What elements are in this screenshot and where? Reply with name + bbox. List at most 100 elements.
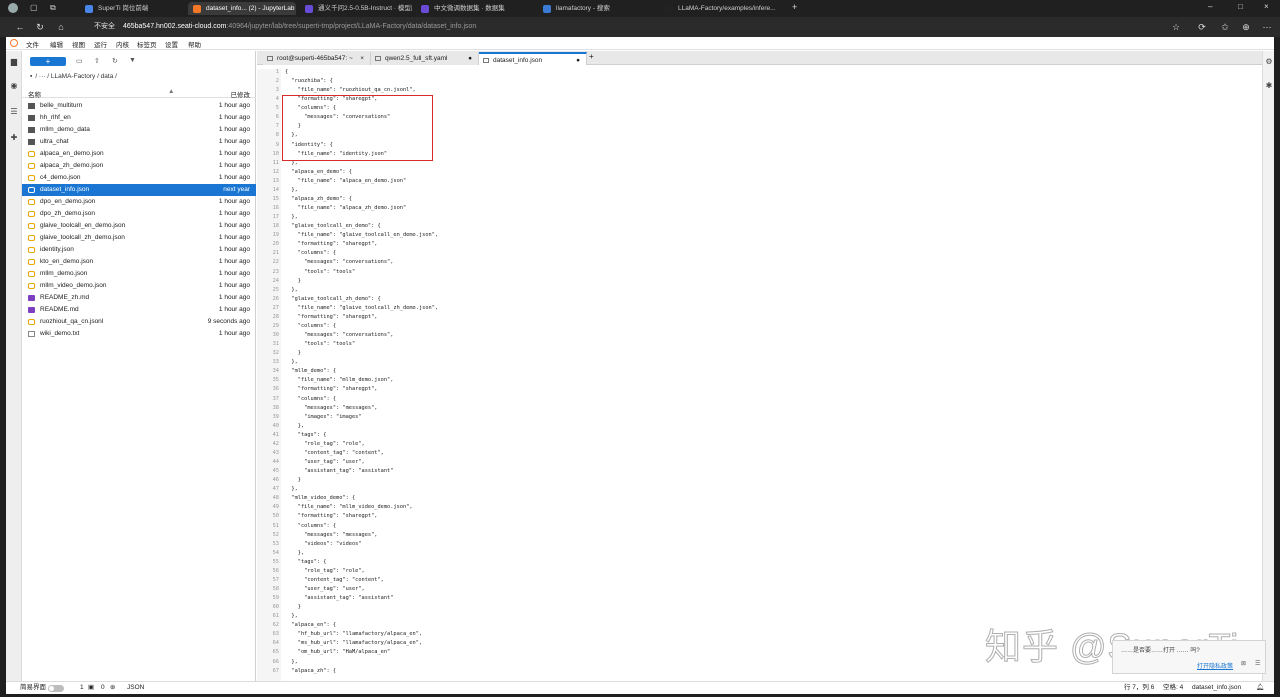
file-modified: 1 hour ago bbox=[218, 270, 250, 277]
minimize-button[interactable]: – bbox=[1208, 2, 1212, 11]
line-number: 14 bbox=[272, 186, 279, 193]
document-tab-label: qwen2.5_full_sft.yaml bbox=[385, 55, 448, 62]
menu-item[interactable]: 编辑 bbox=[50, 39, 63, 49]
menu-item[interactable]: 运行 bbox=[94, 39, 107, 49]
toc-icon[interactable]: ☰ bbox=[9, 107, 19, 117]
file-row[interactable]: mllm_demo_data 1 hour ago bbox=[22, 124, 256, 136]
file-row[interactable]: wiki_demo.txt 1 hour ago bbox=[22, 328, 256, 340]
file-mode[interactable]: JSON bbox=[127, 682, 144, 694]
file-name: glaive_toolcall_en_demo.json bbox=[40, 222, 126, 229]
add-tab-button[interactable]: + bbox=[589, 52, 594, 61]
file-modified: 1 hour ago bbox=[218, 246, 250, 253]
browser-tab[interactable]: 通义千问2.5-0.5B-Instruct · 模型库 bbox=[300, 2, 412, 15]
menu-item[interactable]: 标签页 bbox=[137, 39, 157, 49]
file-row[interactable]: dpo_zh_demo.json 1 hour ago bbox=[22, 208, 256, 220]
unsaved-dot-icon[interactable]: ● bbox=[468, 52, 472, 65]
menu-item[interactable]: 视图 bbox=[72, 39, 85, 49]
file-name: ultra_chat bbox=[40, 138, 69, 145]
line-number: 60 bbox=[272, 604, 279, 611]
new-launcher-button[interactable]: + bbox=[30, 57, 66, 66]
menu-item[interactable]: 设置 bbox=[165, 39, 178, 49]
notification-menu-icon[interactable]: ☰ bbox=[1255, 660, 1260, 667]
file-modified: 1 hour ago bbox=[218, 126, 250, 133]
notification-link[interactable]: 打开隐私政策 bbox=[1197, 661, 1233, 670]
file-row[interactable]: glaive_toolcall_zh_demo.json 1 hour ago bbox=[22, 232, 256, 244]
document-tab[interactable]: qwen2.5_full_sft.yaml ● bbox=[371, 52, 479, 65]
document-tab[interactable]: root@superti-465ba547: ~ × bbox=[263, 52, 371, 65]
menu-item[interactable]: 帮助 bbox=[188, 39, 201, 49]
refresh-icon[interactable]: ↻ bbox=[112, 57, 118, 65]
file-row[interactable]: identity.json 1 hour ago bbox=[22, 244, 256, 256]
close-window-button[interactable]: × bbox=[1264, 2, 1269, 11]
refresh-icon[interactable]: ↻ bbox=[34, 21, 46, 33]
upload-icon[interactable]: ⇧ bbox=[94, 57, 100, 65]
menu-item[interactable]: 文件 bbox=[26, 39, 39, 49]
tab-actions-icon[interactable]: ⧉ bbox=[50, 3, 56, 13]
new-folder-icon[interactable]: ▭ bbox=[76, 57, 83, 65]
indent-setting[interactable]: 空格: 4 bbox=[1163, 682, 1183, 694]
line-number: 55 bbox=[272, 558, 279, 565]
file-row[interactable]: dataset_info.json next year bbox=[22, 184, 256, 196]
file-row[interactable]: alpaca_en_demo.json 1 hour ago bbox=[22, 148, 256, 160]
file-row[interactable]: README_zh.md 1 hour ago bbox=[22, 292, 256, 304]
maximize-button[interactable]: □ bbox=[1238, 2, 1243, 11]
notification-close-icon[interactable]: ⊠ bbox=[1241, 660, 1246, 667]
home-icon[interactable]: ⌂ bbox=[55, 21, 67, 33]
line-number: 64 bbox=[272, 640, 279, 647]
new-tab-button[interactable]: + bbox=[792, 2, 797, 12]
code-line: "alpaca_en": { bbox=[285, 622, 337, 629]
json-icon bbox=[28, 163, 35, 169]
file-row[interactable]: glaive_toolcall_en_demo.json 1 hour ago bbox=[22, 220, 256, 232]
file-name: mllm_demo.json bbox=[40, 270, 88, 277]
unsaved-dot-icon[interactable]: ● bbox=[576, 54, 580, 65]
menu-item[interactable]: 内核 bbox=[116, 39, 129, 49]
browser-tab[interactable]: 中文微调数据集 · 数据集 bbox=[416, 2, 534, 15]
browser-tab[interactable]: SuperTi 岗位前端 bbox=[80, 2, 184, 15]
workspaces-icon[interactable]: ▢ bbox=[30, 3, 38, 12]
browser-tab[interactable]: LLaMA-Factory/examples/infere... bbox=[660, 2, 786, 15]
file-row[interactable]: README.md 1 hour ago bbox=[22, 304, 256, 316]
file-row[interactable]: dpo_en_demo.json 1 hour ago bbox=[22, 196, 256, 208]
favorites-icon[interactable]: ✩ bbox=[1219, 21, 1231, 33]
code-line: "hf_hub_url": "llamafactory/alpaca_en", bbox=[285, 631, 423, 638]
modified-column-header[interactable]: 已修改 bbox=[231, 89, 251, 99]
file-modified: 1 hour ago bbox=[218, 114, 250, 121]
file-row[interactable]: ultra_chat 1 hour ago bbox=[22, 136, 256, 148]
filter-icon[interactable]: ▼ bbox=[129, 57, 136, 64]
file-row[interactable]: mllm_demo.json 1 hour ago bbox=[22, 268, 256, 280]
file-row[interactable]: hh_rlhf_en 1 hour ago bbox=[22, 112, 256, 124]
code-line: "formatting": "sharegpt", bbox=[285, 313, 378, 320]
extensions-icon[interactable]: ⊕ bbox=[1240, 21, 1252, 33]
browser-tab[interactable]: dataset_info... (2) - JupyterLab bbox=[188, 2, 296, 15]
property-inspector-icon[interactable]: ⚙ bbox=[1264, 57, 1274, 67]
line-number: 28 bbox=[272, 313, 279, 320]
profile-icon[interactable] bbox=[8, 3, 18, 13]
line-number: 53 bbox=[272, 540, 279, 547]
url-input[interactable]: 不安全 465ba547.hn002.seati-cloud.com:40964… bbox=[94, 20, 1174, 34]
refresh-page-icon[interactable]: ⟳ bbox=[1196, 21, 1208, 33]
close-tab-icon[interactable]: × bbox=[360, 52, 364, 65]
document-tab[interactable]: dataset_info.json ● bbox=[479, 52, 587, 65]
line-number: 18 bbox=[272, 223, 279, 230]
file-row[interactable]: alpaca_zh_demo.json 1 hour ago bbox=[22, 160, 256, 172]
file-row[interactable]: mllm_video_demo.json 1 hour ago bbox=[22, 280, 256, 292]
file-row[interactable]: ruozhiout_qa_cn.jsonl 9 seconds ago bbox=[22, 316, 256, 328]
more-icon[interactable]: ⋯ bbox=[1261, 21, 1273, 33]
not-secure-label: 不安全 bbox=[94, 23, 115, 30]
file-row[interactable]: kto_en_demo.json 1 hour ago bbox=[22, 256, 256, 268]
debugger-icon[interactable]: ✱ bbox=[1264, 81, 1274, 91]
name-column-header[interactable]: 名称 bbox=[28, 89, 41, 99]
folder-icon[interactable]: ▆ bbox=[9, 57, 19, 67]
simple-mode-toggle[interactable] bbox=[48, 685, 64, 692]
extension-icon[interactable]: ✚ bbox=[9, 133, 19, 143]
file-row[interactable]: c4_demo.json 1 hour ago bbox=[22, 172, 256, 184]
cursor-position[interactable]: 行 7，列 6 bbox=[1124, 682, 1154, 694]
favorite-star-icon[interactable]: ☆ bbox=[1170, 21, 1182, 33]
notification-bell-icon[interactable]: 🔔︎ bbox=[1256, 682, 1264, 694]
file-name: dataset_info.json bbox=[40, 186, 90, 193]
back-icon[interactable]: ← bbox=[14, 21, 26, 33]
file-row[interactable]: belle_multiturn 1 hour ago bbox=[22, 100, 256, 112]
breadcrumb[interactable]: ▪ / ··· / LLaMA-Factory / data / bbox=[30, 73, 117, 80]
browser-tab[interactable]: llamafactory - 搜索 bbox=[538, 2, 656, 15]
running-icon[interactable]: ◉ bbox=[9, 81, 19, 91]
